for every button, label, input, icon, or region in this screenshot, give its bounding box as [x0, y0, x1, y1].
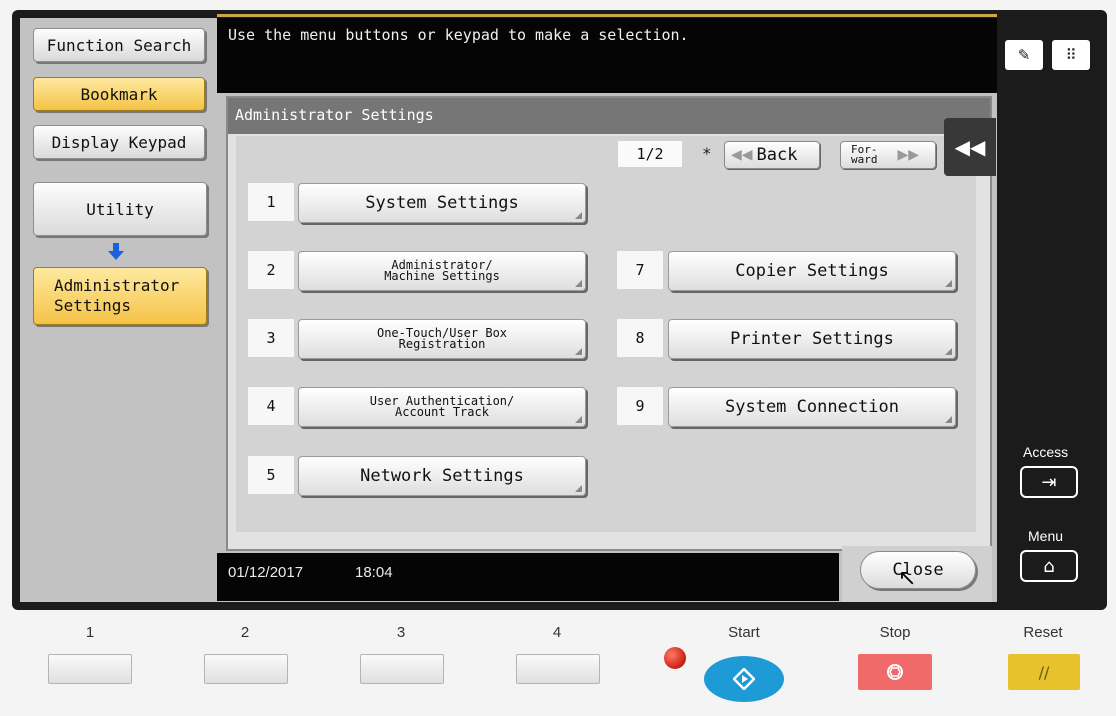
- menu-number-9: 9: [617, 387, 663, 425]
- start-diamond-icon: [733, 668, 755, 690]
- reset-label: Reset: [1023, 624, 1063, 641]
- hw-key-label-2: 2: [240, 624, 250, 641]
- stop-label: Stop: [879, 624, 911, 641]
- start-label: Start: [728, 624, 760, 641]
- display-keypad-button[interactable]: Display Keypad: [33, 125, 205, 159]
- stop-icon: [887, 664, 903, 680]
- menu-number-2: 2: [248, 251, 294, 289]
- back-label: Back: [756, 145, 798, 165]
- reset-button[interactable]: //: [1008, 654, 1080, 690]
- stop-button[interactable]: [858, 654, 932, 690]
- fast-forward-icon: ▶▶: [897, 147, 920, 163]
- close-button[interactable]: Close: [860, 551, 976, 589]
- bookmark-button[interactable]: Bookmark: [33, 77, 205, 111]
- menu-number-5: 5: [248, 456, 294, 494]
- collapse-panel-button[interactable]: ◀◀: [944, 118, 996, 176]
- printer-settings-button[interactable]: Printer Settings: [668, 319, 956, 359]
- one-touch-user-box-registration-label: One-Touch/User Box Registration: [376, 326, 508, 351]
- mouse-pointer-icon: ↖: [898, 566, 917, 591]
- menu-number-8: 8: [617, 319, 663, 357]
- user-authentication-account-track-button[interactable]: User Authentication/ Account Track: [298, 387, 586, 427]
- rewind-icon: ◀◀: [731, 147, 753, 163]
- start-button[interactable]: [704, 656, 784, 702]
- reset-slash-icon: //: [1038, 662, 1050, 682]
- forward-button[interactable]: For- ward ▶▶: [840, 141, 936, 169]
- home-icon: ⌂: [1043, 555, 1055, 577]
- hw-key-label-1: 1: [85, 624, 95, 641]
- menu-label: Menu: [1028, 528, 1064, 544]
- administrator-machine-settings-label: Administrator/ Machine Settings: [384, 258, 500, 283]
- hw-key-label-3: 3: [396, 624, 406, 641]
- double-left-arrow-icon: ◀◀: [954, 135, 986, 159]
- status-bar: [217, 553, 839, 601]
- administrator-settings-breadcrumb[interactable]: Administrator Settings: [33, 267, 207, 325]
- menu-button[interactable]: ⌂: [1020, 550, 1078, 582]
- page-indicator: 1/2: [618, 141, 682, 167]
- hw-key-3[interactable]: [360, 654, 444, 684]
- menu-number-7: 7: [617, 251, 663, 289]
- user-authentication-account-track-label: User Authentication/ Account Track: [369, 394, 515, 419]
- hw-key-label-4: 4: [552, 624, 562, 641]
- menu-number-3: 3: [248, 319, 294, 357]
- login-icon: ⇥: [1041, 471, 1057, 493]
- network-settings-button[interactable]: Network Settings: [298, 456, 586, 496]
- system-settings-button[interactable]: System Settings: [298, 183, 586, 223]
- menu-number-1: 1: [248, 183, 294, 221]
- copier-settings-button[interactable]: Copier Settings: [668, 251, 956, 291]
- hw-key-4[interactable]: [516, 654, 600, 684]
- utility-button[interactable]: Utility: [33, 182, 207, 236]
- star-indicator: *: [702, 144, 712, 163]
- date-display: 01/12/2017: [228, 564, 304, 581]
- menu-number-4: 4: [248, 387, 294, 425]
- arrow-down-icon: [108, 243, 124, 260]
- top-accent-line: [217, 14, 997, 17]
- one-touch-user-box-registration-button[interactable]: One-Touch/User Box Registration: [298, 319, 586, 359]
- forward-label: For- ward: [851, 143, 878, 166]
- hw-key-1[interactable]: [48, 654, 132, 684]
- function-search-button[interactable]: Function Search: [33, 28, 205, 62]
- instruction-message: Use the menu buttons or keypad to make a…: [228, 26, 689, 44]
- system-connection-button[interactable]: System Connection: [668, 387, 956, 427]
- keypad-icon[interactable]: ⠿: [1052, 40, 1090, 70]
- indicator-light: [664, 647, 686, 669]
- back-button[interactable]: ◀◀ Back: [724, 141, 820, 169]
- administrator-settings-label: Administrator Settings: [54, 276, 180, 315]
- time-display: 18:04: [355, 564, 393, 581]
- panel-title: Administrator Settings: [235, 106, 434, 124]
- access-button[interactable]: ⇥: [1020, 466, 1078, 498]
- access-label: Access: [1023, 444, 1069, 460]
- hw-key-2[interactable]: [204, 654, 288, 684]
- administrator-machine-settings-button[interactable]: Administrator/ Machine Settings: [298, 251, 586, 291]
- pencil-icon[interactable]: ✎: [1005, 40, 1043, 70]
